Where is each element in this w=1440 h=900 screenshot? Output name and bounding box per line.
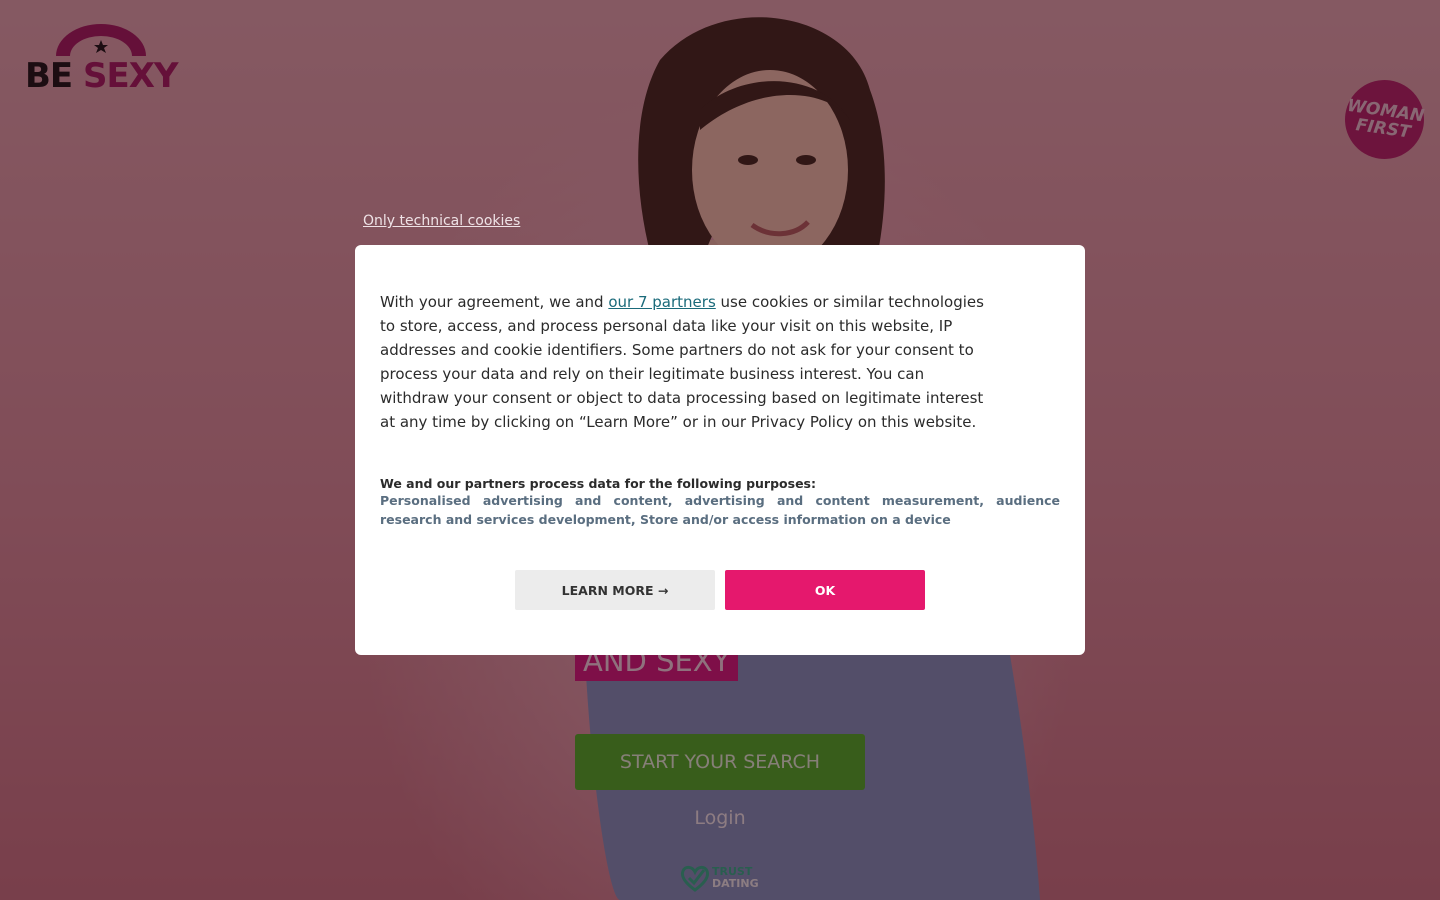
consent-text-body: use cookies or similar technologies to s… — [380, 293, 984, 431]
consent-text-lead: With your agreement, we and — [380, 293, 609, 311]
ok-button[interactable]: OK — [725, 570, 925, 610]
purposes-list: Personalised advertising and content, ad… — [380, 493, 1060, 527]
learn-more-button[interactable]: LEARN MORE → — [515, 570, 715, 610]
partners-link[interactable]: our 7 partners — [608, 293, 715, 311]
cookie-consent-dialog: With your agreement, we and our 7 partne… — [355, 245, 1085, 655]
only-technical-cookies-link[interactable]: Only technical cookies — [363, 213, 520, 229]
consent-text: With your agreement, we and our 7 partne… — [380, 290, 985, 434]
